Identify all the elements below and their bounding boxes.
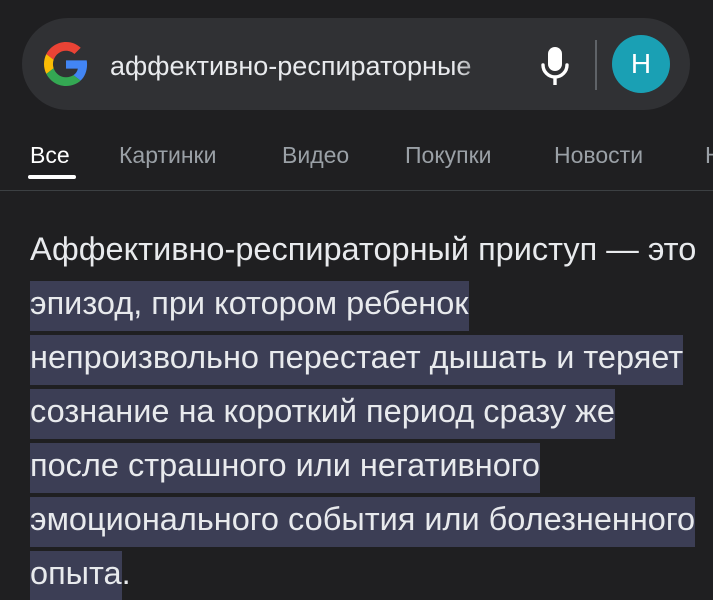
google-g-icon xyxy=(44,42,88,86)
tab-news[interactable]: Новости xyxy=(554,140,643,170)
search-input[interactable]: аффективно-респираторные xyxy=(110,46,510,86)
tab-all[interactable]: Все xyxy=(30,140,70,170)
tab-more[interactable]: Н xyxy=(705,140,713,170)
snippet-highlighted-text: эпизод, при котором ребенок непроизвольн… xyxy=(30,281,696,600)
active-tab-indicator xyxy=(28,175,76,179)
search-text-fade xyxy=(455,40,515,92)
tab-images[interactable]: Картинки xyxy=(119,140,216,170)
featured-snippet: Аффективно-респираторный приступ — это э… xyxy=(30,222,700,600)
tab-shopping[interactable]: Покупки xyxy=(405,140,492,170)
snippet-end: . xyxy=(121,555,131,591)
search-bar-divider xyxy=(595,40,597,90)
tabs-divider xyxy=(0,190,713,191)
account-avatar[interactable]: Н xyxy=(612,35,670,93)
microphone-icon[interactable] xyxy=(540,46,570,86)
snippet-intro: Аффективно-респираторный приступ — это xyxy=(30,231,697,267)
search-results-page: аффективно-респираторные Н Все Картинки … xyxy=(0,0,713,600)
tab-videos[interactable]: Видео xyxy=(282,140,349,170)
